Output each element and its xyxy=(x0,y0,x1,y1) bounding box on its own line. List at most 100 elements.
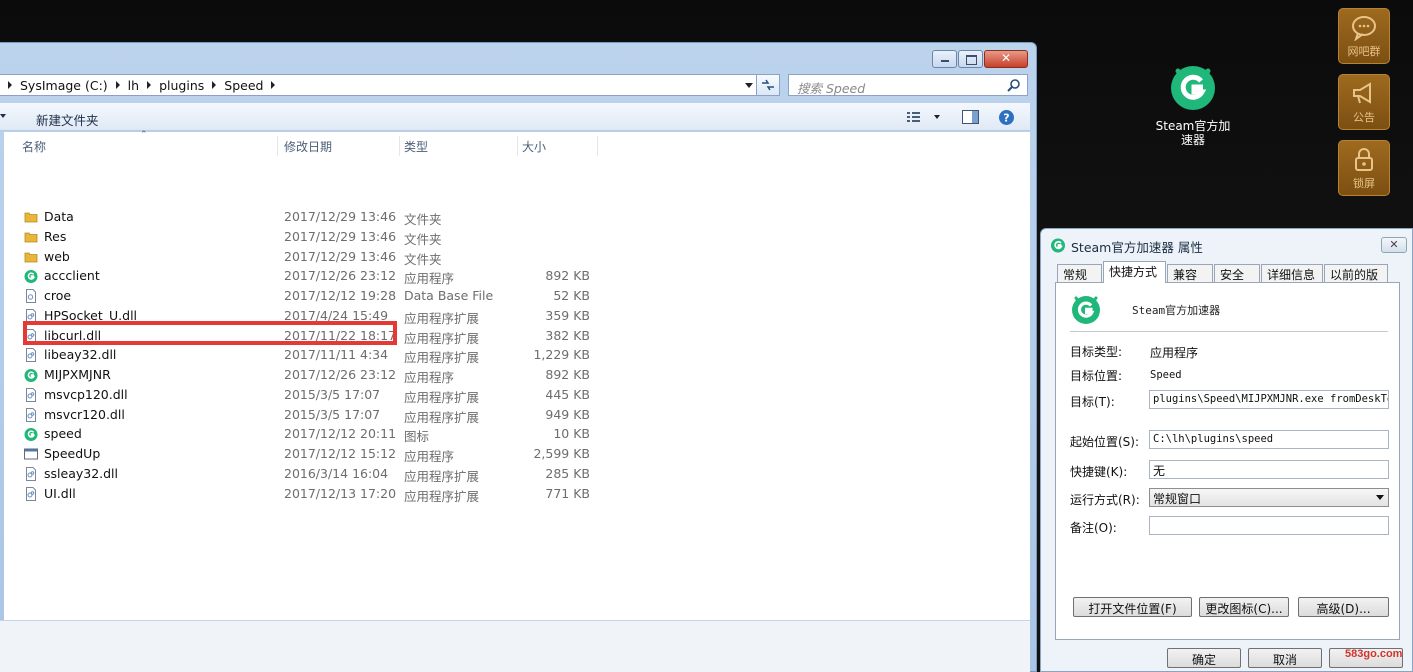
chat-bubble-icon xyxy=(1352,16,1376,41)
new-folder-button[interactable]: 新建文件夹 xyxy=(36,110,99,129)
chevron-down-icon xyxy=(1376,495,1384,500)
megaphone-icon xyxy=(1353,82,1371,104)
breadcrumb-item[interactable]: SysImage (C:) xyxy=(20,78,108,93)
column-header-name[interactable]: 名称 ⌃ xyxy=(18,130,278,156)
file-type: 应用程序扩展 xyxy=(404,350,480,366)
file-row[interactable]: msvcr120.dll 2015/3/5 17:07 应用程序扩展 949 KB xyxy=(22,405,602,425)
ok-button[interactable]: 确定 xyxy=(1167,648,1241,668)
tab-previous-versions[interactable]: 以前的版本 xyxy=(1324,264,1388,299)
folder-icon xyxy=(24,230,38,244)
dll-icon xyxy=(24,466,38,481)
file-type: 应用程序扩展 xyxy=(404,330,480,346)
file-row[interactable]: Res 2017/12/29 13:46 文件夹 xyxy=(22,227,602,247)
highlight-box xyxy=(23,321,397,345)
file-name: libeay32.dll xyxy=(44,347,117,363)
file-type: 应用程序扩展 xyxy=(404,468,480,484)
file-type: Data Base File xyxy=(404,288,494,303)
breadcrumb-item[interactable]: plugins xyxy=(159,78,204,93)
tab-compatibility[interactable]: 兼容性 xyxy=(1167,264,1213,299)
file-size: 285 KB xyxy=(545,465,590,481)
refresh-button[interactable] xyxy=(756,74,780,96)
column-header-label: 修改日期 xyxy=(284,140,333,154)
file-row[interactable]: ssleay32.dll 2016/3/14 16:04 应用程序扩展 285 KB xyxy=(22,464,602,484)
steam-speed-g-icon xyxy=(1051,238,1065,253)
search-placeholder: 搜索 Speed xyxy=(797,81,866,96)
side-button-lock[interactable]: 锁屏 xyxy=(1338,140,1390,196)
file-size: 2,599 KB xyxy=(533,446,590,461)
file-row[interactable]: Data 2017/12/29 13:46 文件夹 xyxy=(22,207,602,227)
search-input[interactable]: 搜索 Speed xyxy=(788,74,1028,96)
dll-icon xyxy=(24,407,38,422)
file-row[interactable]: msvcp120.dll 2015/3/5 17:07 应用程序扩展 445 KB xyxy=(22,385,602,405)
column-header-type[interactable]: 类型 xyxy=(400,136,518,156)
chevron-right-icon xyxy=(8,81,12,89)
column-header-size[interactable]: 大小 xyxy=(518,136,598,156)
organize-dropdown-icon[interactable] xyxy=(0,114,6,118)
folder-icon xyxy=(24,210,38,224)
file-date: 2017/12/12 15:12 xyxy=(284,446,397,461)
breadcrumb-item[interactable]: Speed xyxy=(224,78,263,93)
file-name: croe xyxy=(44,288,72,303)
file-row[interactable]: libeay32.dll 2017/11/11 4:34 应用程序扩展 1,229 K… xyxy=(22,345,602,365)
window-controls xyxy=(931,50,1028,68)
tab-shortcut[interactable]: 快捷方式 xyxy=(1103,261,1166,283)
tab-general[interactable]: 常规 xyxy=(1057,264,1102,282)
file-row[interactable]: accclient 2017/12/26 23:12 应用程序 892 KB xyxy=(22,266,602,286)
run-label: 运行方式(R): xyxy=(1070,493,1140,507)
side-button-label: 锁屏 xyxy=(1353,177,1375,190)
chevron-right-icon[interactable] xyxy=(147,81,152,89)
column-header-label: 大小 xyxy=(522,140,547,154)
chevron-right-icon[interactable] xyxy=(212,81,217,89)
chevron-right-icon[interactable] xyxy=(271,81,276,89)
file-size: 52 KB xyxy=(553,288,590,303)
side-button-announcement[interactable]: 公告 xyxy=(1338,74,1390,130)
status-bar xyxy=(0,620,1030,672)
tab-security[interactable]: 安全 xyxy=(1214,264,1260,282)
minimize-button[interactable] xyxy=(932,50,957,68)
comment-field[interactable] xyxy=(1149,516,1389,535)
file-row[interactable]: SpeedUp 2017/12/12 15:12 应用程序 2,599 KB xyxy=(22,444,602,464)
comment-label: 备注(O): xyxy=(1070,521,1117,535)
file-name: accclient xyxy=(44,268,100,284)
file-type: 应用程序扩展 xyxy=(404,409,480,425)
refresh-icon xyxy=(762,79,774,91)
file-type: 应用程序扩展 xyxy=(404,310,480,326)
desktop-shortcut-steam-speed[interactable]: Steam官方加速器 xyxy=(1150,62,1236,147)
file-row[interactable]: web 2017/12/29 13:46 文件夹 xyxy=(22,247,602,267)
file-row[interactable]: MIJPXMJNR 2017/12/26 23:12 应用程序 892 KB xyxy=(22,365,602,385)
toolbar: 新建文件夹 ? xyxy=(0,103,1030,131)
help-icon[interactable]: ? xyxy=(998,109,1015,126)
change-icon-button[interactable]: 更改图标(C)... xyxy=(1199,597,1289,617)
file-row[interactable]: croe 2017/12/12 19:28 Data Base File 52 KB xyxy=(22,286,602,306)
maximize-button[interactable] xyxy=(958,50,983,68)
target-type-value: 应用程序 xyxy=(1150,346,1199,360)
advanced-button[interactable]: 高级(D)... xyxy=(1298,597,1389,617)
file-row[interactable]: UI.dll 2017/12/13 17:20 应用程序扩展 771 KB xyxy=(22,484,602,504)
open-file-location-button[interactable]: 打开文件位置(F) xyxy=(1073,597,1192,617)
file-size: 949 KB xyxy=(545,406,590,422)
file-name: Data xyxy=(44,209,74,224)
run-select-value: 常规窗口 xyxy=(1153,492,1202,506)
column-header-date[interactable]: 修改日期 xyxy=(280,136,400,156)
cancel-button[interactable]: 取消 xyxy=(1248,648,1322,668)
address-bar[interactable]: SysImage (C:) lh plugins Speed xyxy=(0,74,778,96)
chevron-right-icon[interactable] xyxy=(115,81,120,89)
view-options-icon[interactable] xyxy=(906,111,942,123)
file-type: 应用程序 xyxy=(404,449,455,464)
side-button-chat[interactable]: 网吧群 xyxy=(1338,8,1390,64)
address-dropdown-icon[interactable] xyxy=(745,83,753,88)
file-row[interactable]: speed 2017/12/12 20:11 图标 10 KB xyxy=(22,424,602,444)
file-name: SpeedUp xyxy=(44,446,101,461)
target-field[interactable]: plugins\Speed\MIJPXMJNR.exe fromDeskTop xyxy=(1149,390,1389,409)
dialog-close-button[interactable]: ✕ xyxy=(1381,237,1407,253)
tab-details[interactable]: 详细信息 xyxy=(1261,264,1323,282)
target-location-value: Speed xyxy=(1150,369,1182,381)
search-icon[interactable] xyxy=(1007,78,1021,92)
run-select[interactable]: 常规窗口 xyxy=(1149,488,1389,507)
preview-pane-icon[interactable] xyxy=(962,110,979,124)
start-in-field[interactable]: C:\lh\plugins\speed xyxy=(1149,430,1389,449)
close-button[interactable] xyxy=(984,50,1028,68)
breadcrumb-item[interactable]: lh xyxy=(128,78,139,93)
hotkey-field[interactable]: 无 xyxy=(1149,460,1389,479)
divider xyxy=(1070,331,1388,332)
